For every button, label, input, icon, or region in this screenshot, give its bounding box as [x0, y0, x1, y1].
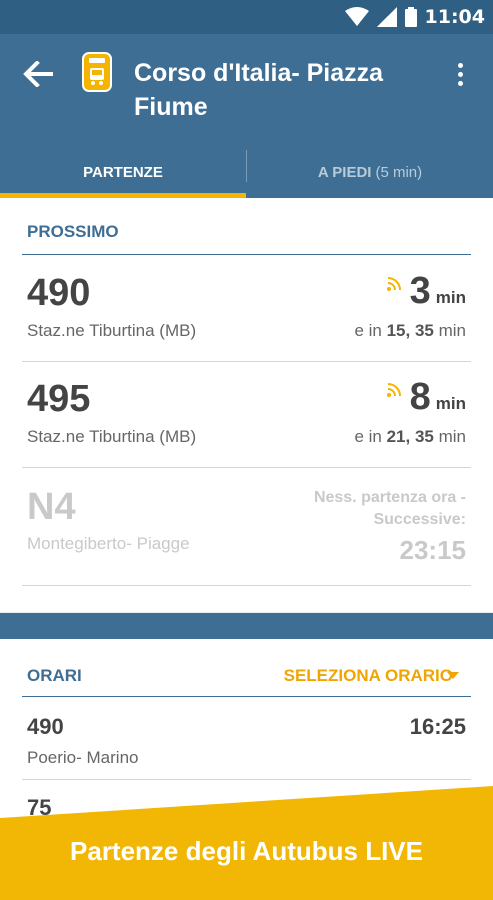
- section-divider: [22, 254, 471, 255]
- next-departure-time: 23:15: [399, 535, 467, 565]
- route-number: 490: [27, 272, 91, 314]
- departures-card: PROSSIMO 490 Staz.ne Tiburtina (MB) 3 mi…: [0, 198, 493, 612]
- row-divider: [22, 361, 471, 362]
- dropdown-arrow-icon[interactable]: [447, 672, 459, 679]
- select-time-button[interactable]: SELEZIONA ORARIO: [284, 666, 453, 686]
- next-unit: min: [438, 321, 466, 340]
- live-signal-icon: [387, 277, 401, 291]
- no-departure-text: Ness. partenza ora - Successive:: [266, 487, 466, 531]
- minutes-to-arrival: 3 min: [410, 270, 466, 313]
- dot-icon: [457, 71, 463, 77]
- next-prefix: e in: [354, 321, 382, 340]
- minutes-value: 3: [409, 270, 431, 312]
- next-unit: min: [438, 427, 466, 446]
- tab-label: A PIEDI: [317, 163, 372, 181]
- promo-text: Partenze degli Autubus LIVE: [70, 836, 423, 866]
- next-values: 15, 35: [386, 321, 434, 340]
- tab-label: PARTENZE: [83, 163, 163, 181]
- wifi-icon: [344, 7, 369, 26]
- row-divider: [22, 585, 471, 586]
- overflow-menu-button[interactable]: [446, 56, 474, 92]
- row-divider: [22, 779, 471, 780]
- tab-bar: PARTENZE A PIEDI (5 min): [0, 146, 493, 198]
- tab-partenze[interactable]: PARTENZE: [0, 146, 246, 198]
- status-time: 11:04: [424, 6, 485, 28]
- section-band: [0, 613, 493, 639]
- route-number: N4: [27, 486, 76, 528]
- route-number: 495: [27, 378, 91, 420]
- section-title-prossimo: PROSSIMO: [27, 222, 119, 241]
- no-departure-line: Ness. partenza ora -: [313, 489, 466, 506]
- arrow-back-icon: [23, 61, 53, 87]
- next-arrivals: e in 21, 35 min: [354, 427, 466, 447]
- dot-icon: [457, 62, 463, 68]
- minutes-to-arrival: 8 min: [410, 376, 466, 419]
- bus-stop-icon: [82, 52, 112, 92]
- next-values: 21, 35: [386, 427, 434, 446]
- status-bar: 11:04: [0, 0, 493, 34]
- row-divider: [22, 467, 471, 468]
- dot-icon: [457, 80, 463, 86]
- live-signal-icon: [387, 383, 401, 397]
- route-destination: Staz.ne Tiburtina (MB): [27, 321, 197, 340]
- scheduled-time: 16:25: [409, 714, 466, 739]
- tab-sublabel: (5 min): [375, 163, 423, 181]
- battery-icon: [404, 7, 417, 27]
- app-bar: Corso d'Italia- Piazza Fiume PARTENZE A …: [0, 34, 493, 198]
- signal-icon: [376, 7, 397, 27]
- route-destination: Staz.ne Tiburtina (MB): [27, 427, 197, 446]
- minutes-value: 8: [409, 376, 431, 418]
- next-arrivals: e in 15, 35 min: [354, 321, 466, 341]
- minutes-unit: min: [435, 288, 466, 307]
- back-button[interactable]: [20, 56, 56, 92]
- minutes-unit: min: [435, 394, 466, 413]
- next-prefix: e in: [354, 427, 382, 446]
- route-destination: Poerio- Marino: [27, 748, 139, 767]
- tab-a-piedi[interactable]: A PIEDI (5 min): [247, 146, 493, 198]
- section-divider: [22, 696, 471, 697]
- page-title: Corso d'Italia- Piazza Fiume: [134, 59, 384, 121]
- route-number: 490: [27, 714, 64, 739]
- route-destination: Montegiberto- Piagge: [27, 534, 190, 553]
- next-label: Successive:: [373, 511, 466, 528]
